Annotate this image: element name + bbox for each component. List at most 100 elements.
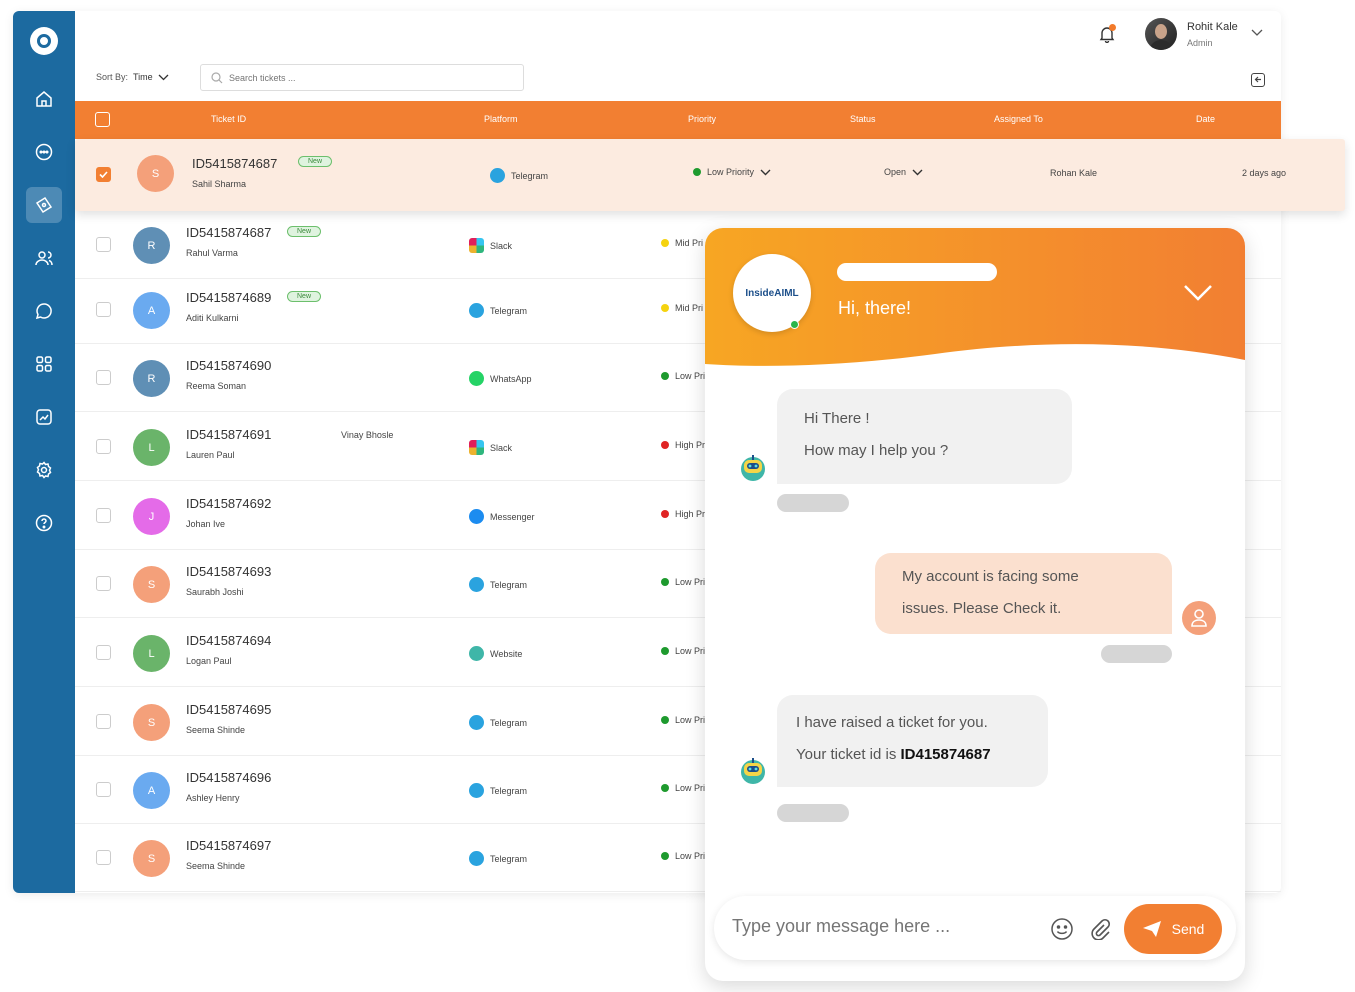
priority-dot xyxy=(661,784,669,792)
timestamp-placeholder xyxy=(777,494,849,512)
status-dropdown[interactable]: Open xyxy=(884,167,923,177)
priority-cell[interactable]: Low Pri xyxy=(661,715,705,725)
priority-dropdown[interactable]: Low Priority xyxy=(693,167,771,177)
platform-label: Telegram xyxy=(490,853,528,864)
header-placeholder-bar xyxy=(837,263,997,281)
row-checkbox[interactable] xyxy=(96,508,111,523)
search-icon xyxy=(211,71,223,83)
chat-icon[interactable] xyxy=(26,134,62,170)
priority-label: High Pr xyxy=(675,440,706,450)
settings-icon[interactable] xyxy=(26,452,62,488)
tickets-icon[interactable] xyxy=(26,187,62,223)
table-header: Ticket ID Platform Priority Status Assig… xyxy=(75,101,1281,139)
priority-cell[interactable]: Low Pri xyxy=(661,851,705,861)
row-checkbox[interactable] xyxy=(96,439,111,454)
platform-cell: Telegram xyxy=(469,577,527,592)
priority-cell[interactable]: Low Pri xyxy=(661,371,705,381)
collapse-panel-icon[interactable] xyxy=(1251,73,1265,87)
row-checkbox[interactable] xyxy=(96,237,111,252)
ticket-id[interactable]: ID5415874687 xyxy=(186,225,271,240)
priority-cell[interactable]: High Pr xyxy=(661,509,705,519)
sort-dropdown[interactable]: Sort By: Time xyxy=(96,72,169,82)
priority-cell[interactable]: Mid Pri xyxy=(661,303,703,313)
priority-cell[interactable]: Low Pri xyxy=(661,577,705,587)
message-icon[interactable] xyxy=(26,293,62,329)
priority-dot xyxy=(661,852,669,860)
message-text: Your ticket id is xyxy=(796,746,901,763)
priority-cell[interactable]: Low Pri xyxy=(661,783,705,793)
row-checkbox[interactable] xyxy=(96,782,111,797)
priority-dot xyxy=(661,647,669,655)
ticket-reference[interactable]: ID415874687 xyxy=(901,746,991,763)
platform-label: Telegram xyxy=(511,170,549,181)
platform-cell: Telegram xyxy=(469,715,527,730)
priority-label: Mid Pri xyxy=(675,238,704,248)
ticket-id[interactable]: ID5415874695 xyxy=(186,702,271,717)
attachment-icon[interactable] xyxy=(1089,918,1111,940)
table-row-selected[interactable]: S ID5415874687 New Sahil Sharma Telegram… xyxy=(75,139,1345,211)
chevron-down-icon[interactable] xyxy=(1183,284,1213,302)
users-icon[interactable] xyxy=(26,240,62,276)
row-checkbox-checked[interactable] xyxy=(96,167,111,182)
customer-name: Seema Shinde xyxy=(186,725,246,735)
home-icon[interactable] xyxy=(26,81,62,117)
sort-label: Sort By: xyxy=(96,72,129,82)
bot-message: I have raised a ticket for you. Your tic… xyxy=(777,695,1048,787)
row-checkbox[interactable] xyxy=(96,645,111,660)
search-box[interactable] xyxy=(200,64,524,91)
platform-cell: Telegram xyxy=(469,303,527,318)
help-icon[interactable] xyxy=(26,505,62,541)
app-logo[interactable] xyxy=(30,27,58,55)
avatar: R xyxy=(133,360,170,397)
priority-cell[interactable]: Low Pri xyxy=(661,646,705,656)
col-platform[interactable]: Platform xyxy=(484,114,518,124)
telegram-icon xyxy=(490,168,505,183)
col-priority[interactable]: Priority xyxy=(688,114,716,124)
customer-name: Saurabh Joshi xyxy=(186,587,244,597)
brand-logo: InsideAIML xyxy=(733,254,811,332)
avatar: L xyxy=(133,635,170,672)
row-checkbox[interactable] xyxy=(96,714,111,729)
customer-name: Logan Paul xyxy=(186,656,232,666)
search-input[interactable] xyxy=(229,72,509,83)
priority-cell[interactable]: Mid Pri xyxy=(661,238,703,248)
ticket-id[interactable]: ID5415874694 xyxy=(186,633,271,648)
priority-label: Low Pri xyxy=(675,783,706,793)
emoji-icon[interactable] xyxy=(1050,917,1074,941)
priority-dot xyxy=(661,239,669,247)
ticket-id[interactable]: ID5415874689 xyxy=(186,290,271,305)
notification-bell-icon[interactable] xyxy=(1098,24,1116,44)
priority-label: Low Pri xyxy=(675,371,706,381)
analytics-icon[interactable] xyxy=(26,399,62,435)
ticket-id[interactable]: ID5415874692 xyxy=(186,496,271,511)
ticket-id[interactable]: ID5415874693 xyxy=(186,564,271,579)
customer-name: Seema Shinde xyxy=(186,861,246,871)
user-avatar[interactable] xyxy=(1145,18,1177,50)
col-assigned-to[interactable]: Assigned To xyxy=(994,114,1043,124)
col-status[interactable]: Status xyxy=(850,114,876,124)
priority-cell[interactable]: High Pr xyxy=(661,440,705,450)
ticket-id[interactable]: ID5415874697 xyxy=(186,838,271,853)
row-checkbox[interactable] xyxy=(96,302,111,317)
select-all-checkbox[interactable] xyxy=(95,112,110,127)
ticket-id[interactable]: ID5415874687 xyxy=(192,156,277,171)
col-ticket-id[interactable]: Ticket ID xyxy=(211,114,246,124)
bot-message: Hi There ! How may I help you ? xyxy=(777,389,1072,484)
ticket-id[interactable]: ID5415874691 xyxy=(186,427,271,442)
ticket-id[interactable]: ID5415874696 xyxy=(186,770,271,785)
row-checkbox[interactable] xyxy=(96,370,111,385)
send-button[interactable]: Send xyxy=(1124,904,1222,954)
platform-cell: Slack xyxy=(469,238,512,253)
chevron-down-icon[interactable] xyxy=(1251,29,1263,37)
platform-label: Telegram xyxy=(490,305,528,316)
ticket-id[interactable]: ID5415874690 xyxy=(186,358,271,373)
apps-icon[interactable] xyxy=(26,346,62,382)
messenger-icon xyxy=(469,509,484,524)
priority-label: Low Pri xyxy=(675,851,706,861)
row-checkbox[interactable] xyxy=(96,850,111,865)
message-input[interactable] xyxy=(732,916,1042,937)
row-checkbox[interactable] xyxy=(96,576,111,591)
priority-label: Low Priority xyxy=(707,167,755,177)
priority-dot xyxy=(661,510,669,518)
col-date[interactable]: Date xyxy=(1196,114,1215,124)
